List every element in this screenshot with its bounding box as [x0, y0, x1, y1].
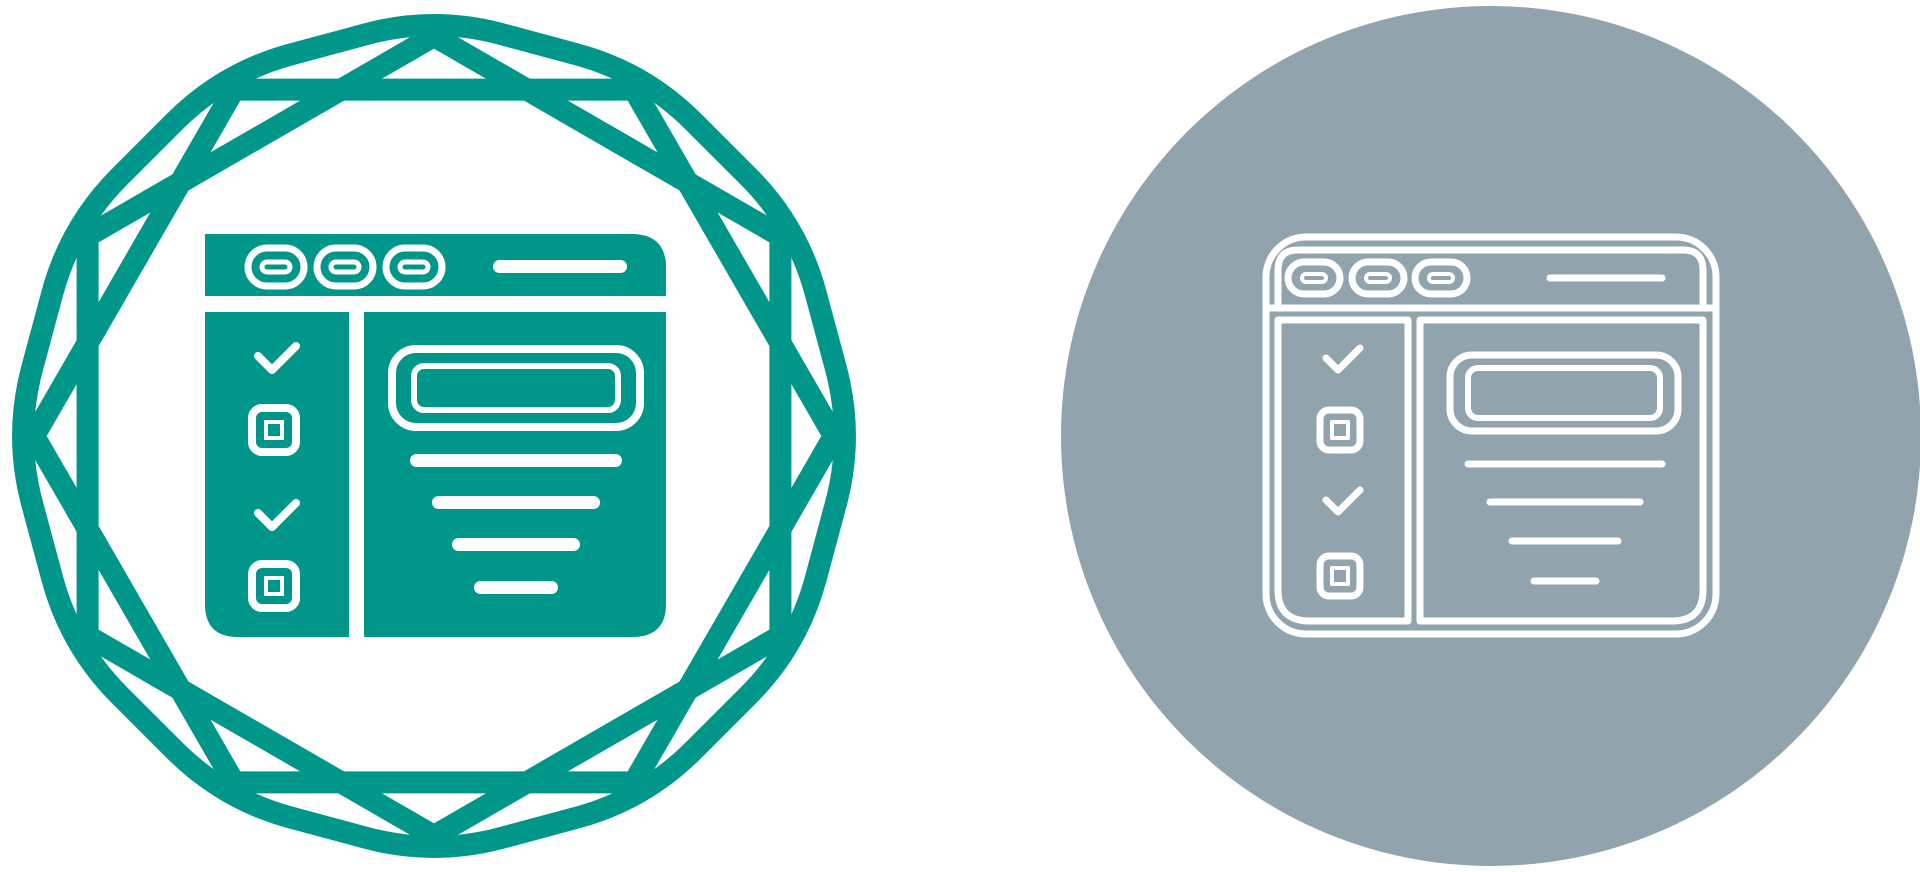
- browser-checklist-icon-badge-variant: [12, 14, 856, 858]
- browser-checklist-icon-circle-variant: [1061, 6, 1920, 866]
- content-text-line-3: [452, 538, 580, 551]
- content-text-line-2: [432, 496, 600, 509]
- browser-address-bar: [493, 260, 627, 273]
- content-text-line-1: [410, 454, 622, 467]
- icon-pair-canvas: [0, 0, 1920, 872]
- content-text-line-4: [474, 581, 558, 594]
- circle-background: [1061, 6, 1920, 866]
- browser-window-glyph: [205, 234, 666, 637]
- icon-pair-artwork: [12, 6, 1920, 866]
